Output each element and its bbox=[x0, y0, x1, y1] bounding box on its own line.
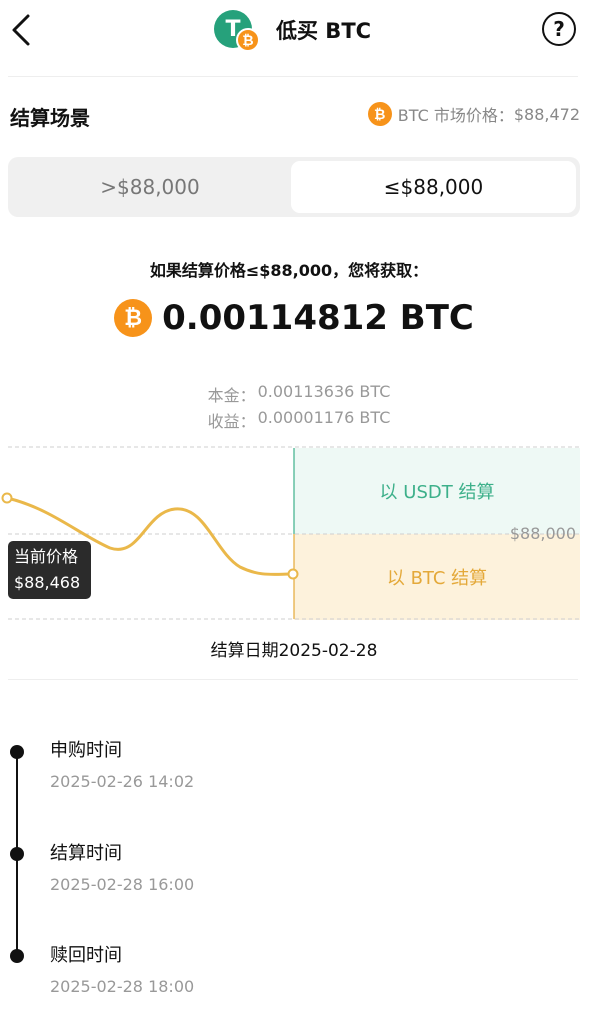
result-headline: 如果结算价格≤$88,000，您将获取： bbox=[149, 261, 429, 280]
timeline-dot bbox=[10, 949, 24, 963]
timeline-time: 2025-02-28 18:00 bbox=[50, 977, 195, 996]
divider bbox=[8, 76, 578, 77]
settlement-chart: 以 USDT 结算 以 BTC 结算 $88,000 当前价格 $88,468 bbox=[0, 440, 598, 630]
usdt-zone-label: 以 USDT 结算 bbox=[379, 482, 495, 503]
btc-zone-label: 以 BTC 结算 bbox=[386, 568, 488, 589]
timeline-title: 申购时间 bbox=[50, 740, 122, 761]
timeline: 申购时间 2025-02-26 14:02 结算时间 2025-02-28 16… bbox=[0, 735, 598, 1005]
help-icon[interactable]: ? bbox=[542, 12, 576, 46]
market-price: ₿ BTC 市场价格： $88,472 bbox=[367, 102, 580, 126]
timeline-time: 2025-02-28 16:00 bbox=[50, 875, 195, 894]
current-price-label: 当前价格 bbox=[14, 547, 79, 566]
timeline-time: 2025-02-26 14:02 bbox=[50, 772, 195, 791]
title-group: T ₿ 低买 BTC bbox=[214, 8, 371, 52]
current-price-value: $88,468 bbox=[14, 573, 81, 592]
result-amount: 0.00114812 BTC bbox=[162, 298, 474, 338]
scenario-option-above[interactable]: >$88,000 bbox=[12, 161, 288, 213]
page-title: 低买 BTC bbox=[276, 19, 372, 43]
back-chevron-icon[interactable] bbox=[8, 12, 36, 48]
result-amount-row: ₿ 0.00114812 BTC bbox=[0, 298, 588, 338]
timeline-dot bbox=[10, 745, 24, 759]
timeline-title: 赎回时间 bbox=[50, 945, 122, 966]
scenario-selector: >$88,000 ≤$88,000 bbox=[8, 157, 580, 217]
market-price-label: BTC 市场价格： bbox=[397, 106, 514, 125]
section-title: 结算场景 bbox=[10, 106, 90, 130]
current-price-tag: 当前价格 $88,468 bbox=[8, 541, 91, 599]
scenario-option-below[interactable]: ≤$88,000 bbox=[291, 161, 576, 213]
timeline-dot bbox=[10, 847, 24, 861]
strike-price-label: $88,000 bbox=[509, 524, 576, 543]
yield-row: 收益： 0.00001176 BTC bbox=[0, 408, 588, 432]
market-price-value: $88,472 bbox=[513, 104, 580, 124]
btc-logo-icon: ₿ bbox=[236, 28, 260, 52]
timeline-title: 结算时间 bbox=[50, 843, 122, 864]
principal-row: 本金： 0.00113636 BTC bbox=[0, 382, 588, 406]
yield-value: 0.00001176 BTC bbox=[257, 408, 391, 427]
settlement-date: 结算日期2025-02-28 bbox=[210, 641, 378, 661]
divider bbox=[8, 679, 578, 680]
principal-label: 本金： bbox=[207, 386, 256, 405]
btc-coin-icon: ₿ bbox=[367, 102, 392, 126]
pair-logo: T ₿ bbox=[214, 8, 264, 52]
header: T ₿ 低买 BTC ? bbox=[0, 0, 598, 60]
principal-value: 0.00113636 BTC bbox=[257, 382, 391, 401]
btc-coin-icon: ₿ bbox=[114, 299, 153, 337]
yield-label: 收益： bbox=[207, 412, 256, 431]
